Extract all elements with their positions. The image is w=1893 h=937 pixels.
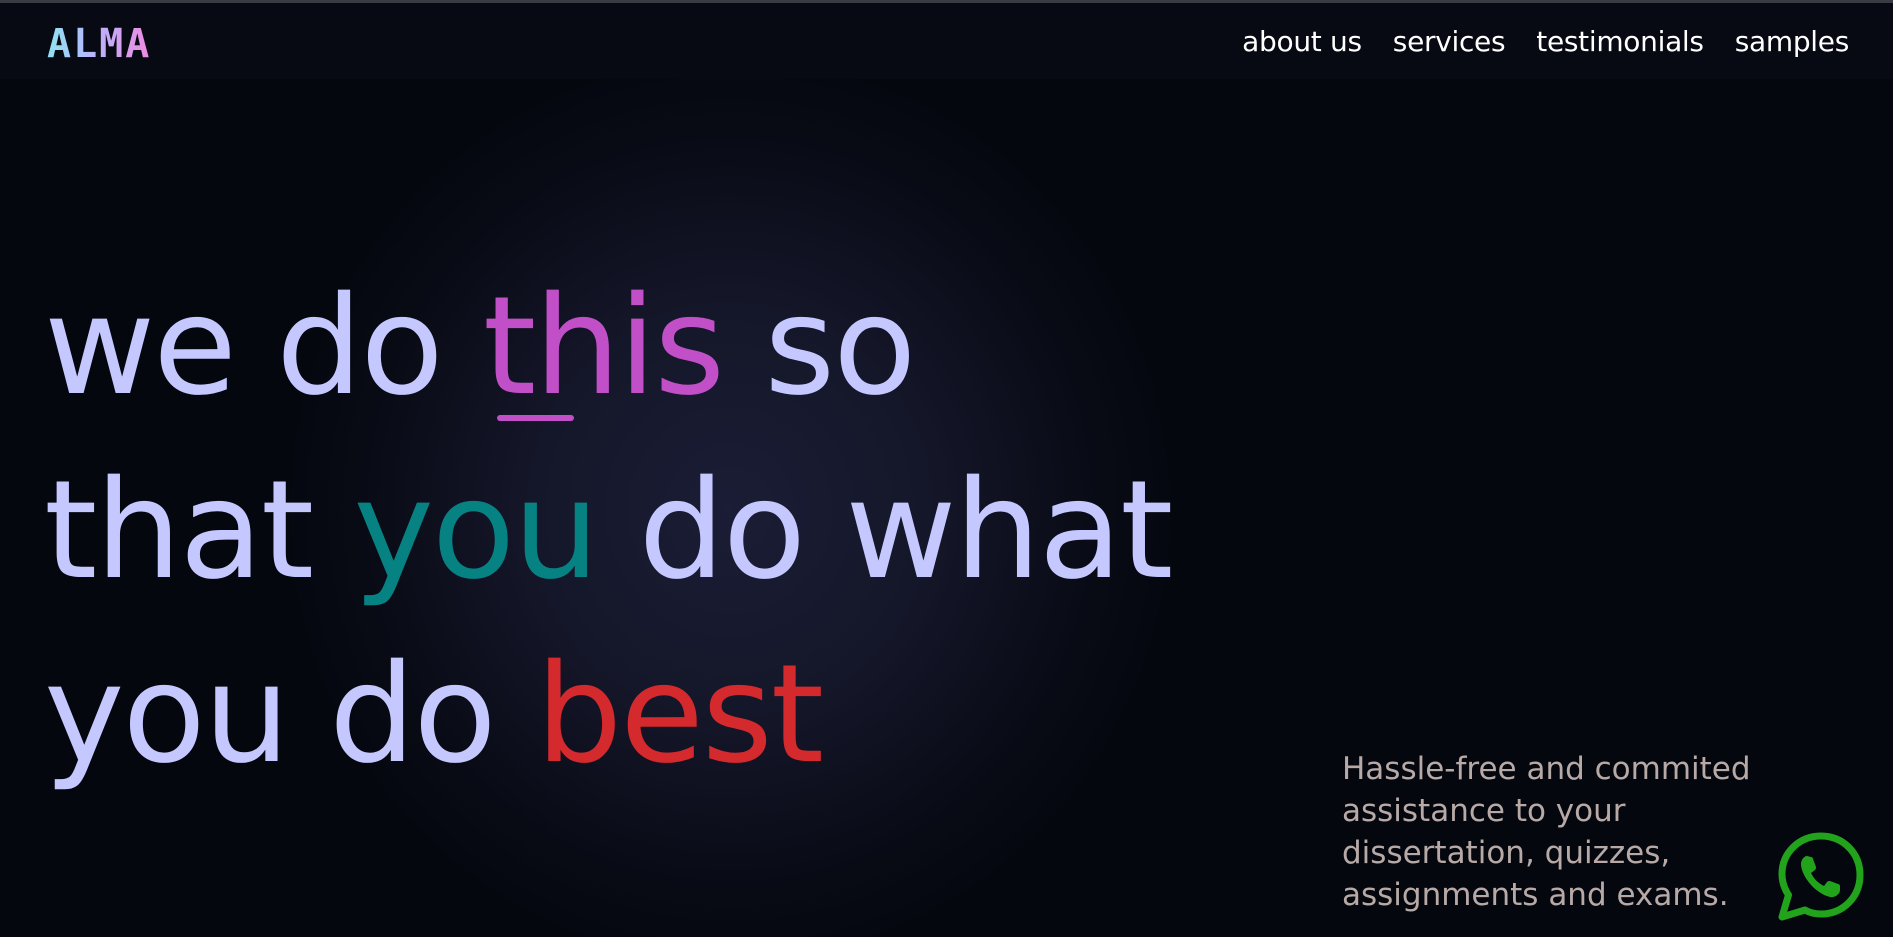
headline-line-3-start: you do — [44, 636, 536, 794]
nav-testimonials-link[interactable]: testimonials — [1536, 25, 1704, 58]
headline-line-2-start: that — [44, 452, 354, 610]
whatsapp-icon[interactable] — [1776, 831, 1866, 921]
nav-samples-link[interactable]: samples — [1735, 25, 1850, 58]
headline-line-1-end: so — [723, 268, 916, 426]
nav-services-link[interactable]: services — [1393, 25, 1506, 58]
headline-line-1: we do this so — [44, 255, 1171, 439]
headline-line-3: you do best — [44, 623, 1171, 807]
highlight-underline — [497, 415, 574, 421]
hero-headline: we do this so that you do what you do be… — [44, 255, 1174, 807]
nav-about-us-link[interactable]: about us — [1242, 25, 1362, 58]
landing-page: ALMA about us services testimonials samp… — [0, 0, 1893, 937]
headline-highlight-best: best — [535, 636, 824, 794]
headline-highlight-this: this — [482, 268, 725, 426]
hero-tagline: Hassle-free and commited assistance to y… — [1342, 751, 1751, 913]
headline-line-1-start: we do — [44, 268, 483, 426]
headline-line-2-end: do what — [597, 452, 1174, 610]
brand-logo[interactable]: ALMA — [47, 21, 151, 67]
headline-highlight-you: you — [353, 452, 599, 610]
main-nav: about us services testimonials samples — [1242, 25, 1849, 58]
headline-line-2: that you do what — [44, 439, 1174, 623]
site-header: ALMA about us services testimonials samp… — [0, 3, 1893, 79]
